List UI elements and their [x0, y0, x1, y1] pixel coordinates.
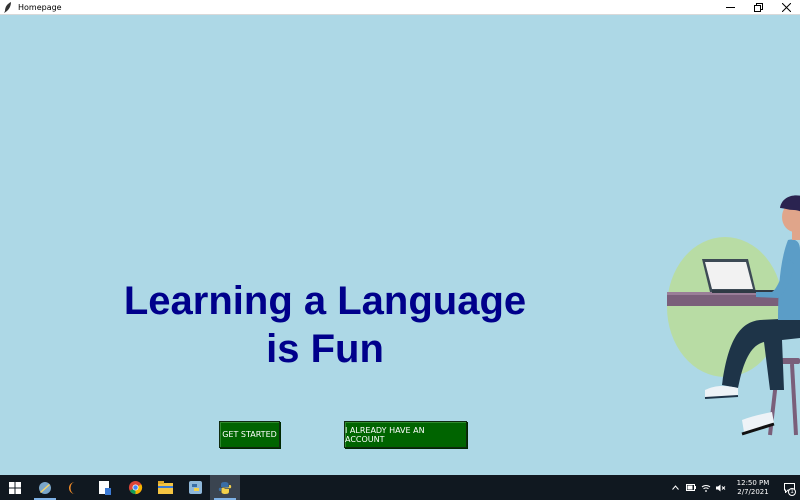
taskbar-chrome[interactable]: [120, 475, 150, 500]
person-laptop-illustration: [667, 195, 800, 436]
green-blob: [667, 237, 783, 377]
windows-logo-icon: [9, 481, 21, 494]
feather-icon: [4, 1, 14, 13]
homepage-client-area: Learning a Language is Fun GET STARTED I…: [0, 15, 800, 475]
taskbar-app-1[interactable]: [30, 475, 60, 500]
taskbar-python[interactable]: [210, 475, 240, 500]
chrome-icon: [128, 480, 142, 495]
window-title-bar[interactable]: Homepage: [0, 0, 800, 15]
start-button[interactable]: [0, 475, 30, 500]
battery-button[interactable]: [683, 475, 698, 500]
clock-date: 2/7/2021: [737, 487, 769, 496]
taskbar-eclipse[interactable]: [60, 475, 90, 500]
system-tray: 12:50 PM 2/7/2021 1: [668, 475, 800, 500]
existing-account-button[interactable]: I ALREADY HAVE AN ACCOUNT: [344, 421, 467, 448]
wifi-button[interactable]: [698, 475, 713, 500]
headline-line-1: Learning a Language: [123, 279, 527, 323]
notepad-icon: [99, 480, 111, 495]
app-icon: [39, 481, 51, 494]
python-icon: [218, 481, 232, 494]
close-button[interactable]: [772, 0, 800, 15]
notification-center-button[interactable]: 1: [778, 475, 800, 500]
taskbar-python-idle[interactable]: [180, 475, 210, 500]
clock-time: 12:50 PM: [736, 478, 770, 487]
close-icon: [781, 3, 791, 12]
page-headline: Learning a Language is Fun: [70, 277, 580, 373]
taskbar-clock[interactable]: 12:50 PM 2/7/2021: [728, 479, 778, 497]
window-title: Homepage: [18, 2, 62, 12]
taskbar-notepad[interactable]: [90, 475, 120, 500]
chevron-up-icon: [672, 485, 679, 490]
windows-taskbar: 12:50 PM 2/7/2021 1: [0, 475, 800, 500]
file-explorer-icon: [157, 481, 173, 494]
minimize-icon: [725, 7, 735, 8]
notification-count: 1: [788, 488, 796, 496]
restore-icon: [753, 3, 763, 12]
volume-button[interactable]: [713, 475, 728, 500]
wifi-icon: [701, 484, 710, 492]
get-started-button[interactable]: GET STARTED: [219, 421, 280, 448]
python-idle-icon: [188, 481, 202, 494]
volume-muted-icon: [715, 484, 725, 491]
show-hidden-icons-button[interactable]: [668, 475, 683, 500]
restore-button[interactable]: [744, 0, 772, 15]
headline-line-2: is Fun: [266, 327, 384, 371]
minimize-button[interactable]: [716, 0, 744, 15]
taskbar-file-explorer[interactable]: [150, 475, 180, 500]
eclipse-icon: [69, 481, 75, 494]
battery-icon: [685, 484, 696, 491]
